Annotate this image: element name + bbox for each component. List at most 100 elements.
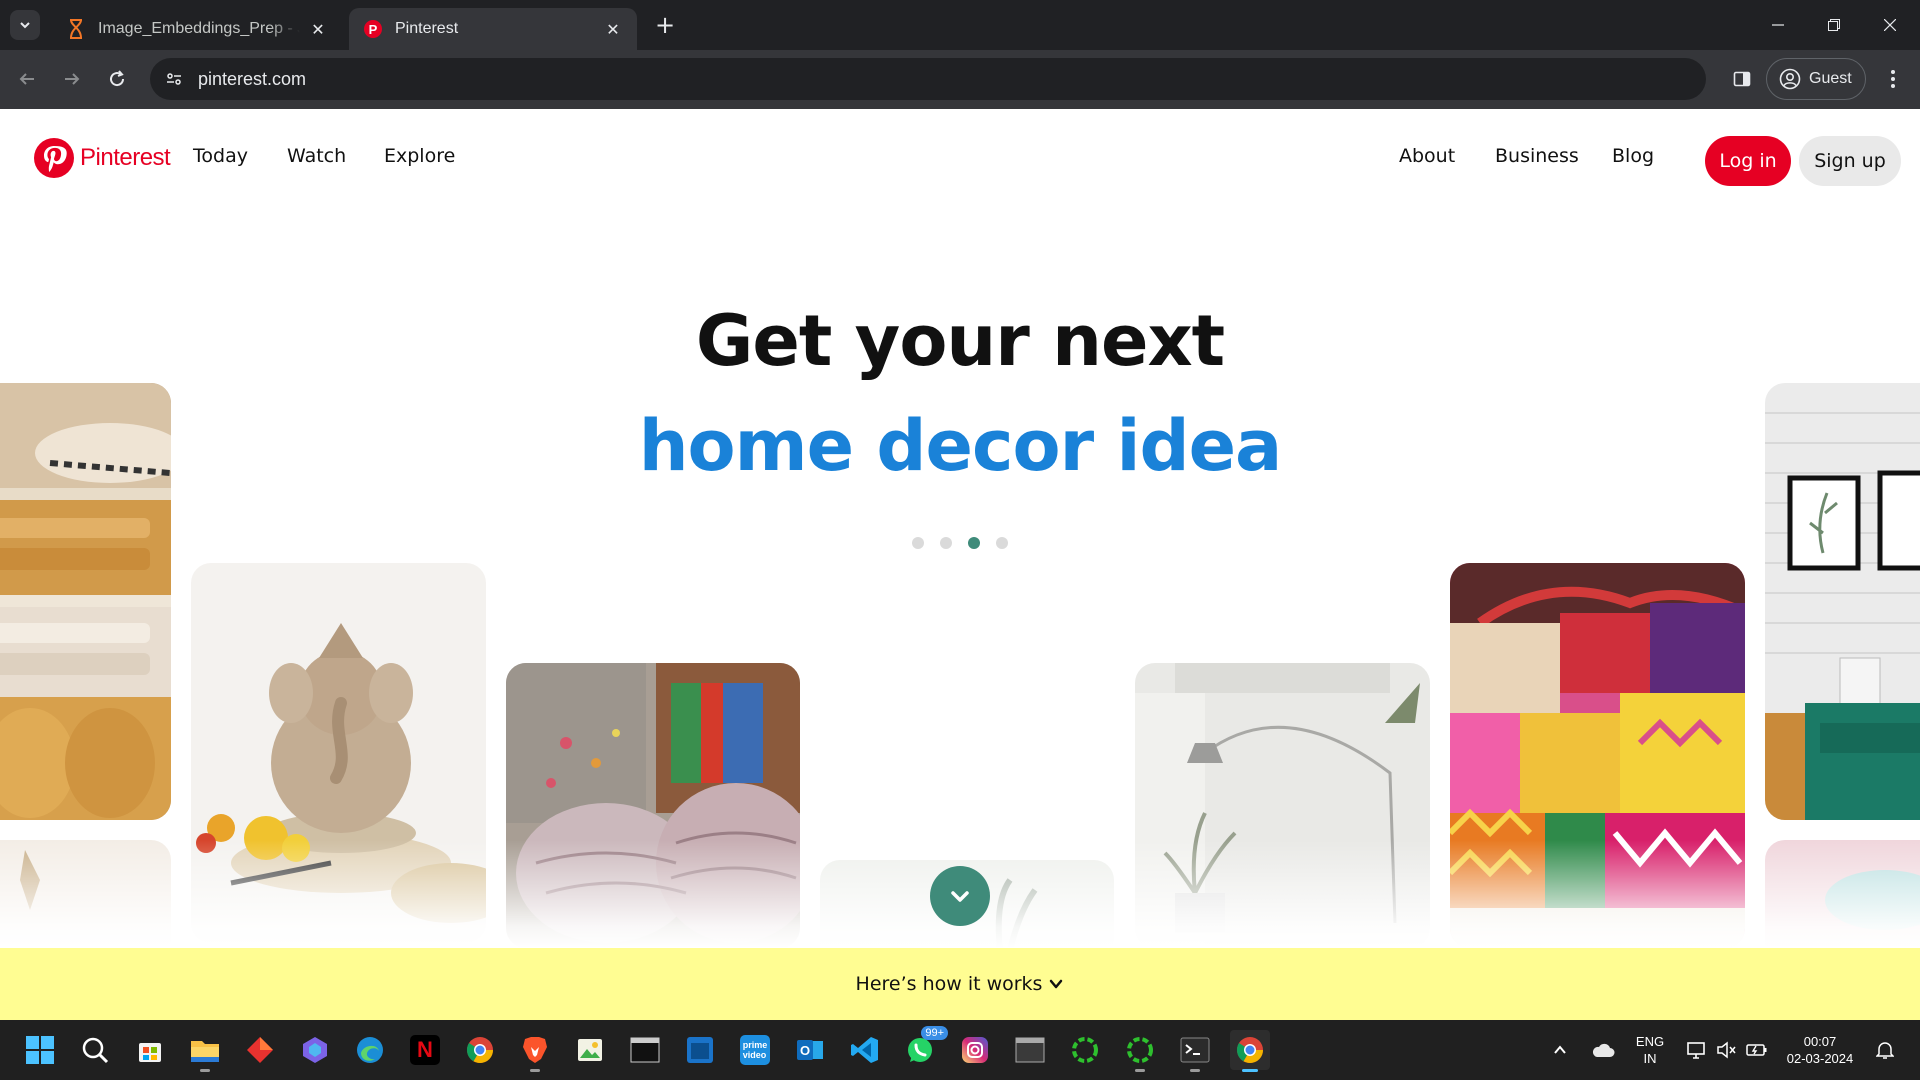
browser-tab-bar: Image_Embeddings_Prep - Jupyter Notebook… — [0, 0, 1920, 50]
notifications-button[interactable] — [1870, 1020, 1900, 1080]
restore-button[interactable] — [1806, 0, 1862, 50]
taskbar-edge[interactable] — [350, 1030, 390, 1070]
taskbar-terminal[interactable] — [1175, 1030, 1215, 1072]
battery-charging-icon — [1746, 1044, 1767, 1056]
network-tray[interactable] — [1682, 1020, 1712, 1080]
nav-blog-link[interactable]: Blog — [1612, 145, 1654, 167]
netflix-icon: N — [410, 1035, 440, 1065]
pin-image-knit[interactable] — [1765, 840, 1920, 960]
pinterest-icon: P — [363, 19, 383, 39]
carousel-dot[interactable] — [912, 537, 924, 549]
back-button[interactable] — [10, 62, 44, 96]
taskbar-brave[interactable] — [515, 1030, 555, 1072]
scroll-down-button[interactable] — [930, 866, 990, 926]
profile-label: Guest — [1809, 70, 1852, 87]
network-icon — [1687, 1042, 1705, 1059]
running-indicator — [1190, 1069, 1200, 1072]
site-info-icon[interactable] — [160, 65, 188, 93]
patchwork-image — [1450, 563, 1745, 948]
carousel-dots — [912, 537, 1008, 549]
carousel-dot-active[interactable] — [968, 537, 980, 549]
side-panel-button[interactable] — [1725, 62, 1759, 96]
taskbar-store[interactable] — [130, 1030, 170, 1070]
svg-text:P: P — [369, 22, 378, 37]
carousel-dot[interactable] — [940, 537, 952, 549]
nav-about-link[interactable]: About — [1399, 145, 1455, 167]
photos-icon — [578, 1039, 602, 1061]
pin-image-ganesha[interactable] — [191, 563, 486, 943]
taskbar-console[interactable] — [625, 1030, 665, 1070]
taskbar-window-app[interactable] — [1010, 1030, 1050, 1070]
clock-date: 02-03-2024 — [1786, 1051, 1854, 1066]
taskbar-spinner-app-1[interactable] — [1065, 1030, 1105, 1070]
chrome-icon — [466, 1037, 494, 1064]
user-circle-icon — [1779, 68, 1801, 90]
onedrive-tray[interactable] — [1585, 1020, 1621, 1080]
nav-explore-link[interactable]: Explore — [384, 145, 455, 167]
pin-image-pillows[interactable] — [506, 663, 800, 948]
login-button[interactable]: Log in — [1705, 136, 1791, 186]
tray-overflow-button[interactable] — [1545, 1020, 1575, 1080]
notification-badge: 99+ — [921, 1026, 948, 1040]
taskbar-search[interactable] — [75, 1030, 115, 1070]
brave-icon — [523, 1037, 547, 1063]
taskbar-app-blue[interactable] — [680, 1030, 720, 1070]
taskbar-whatsapp[interactable]: 99+ — [900, 1026, 948, 1070]
clock[interactable]: 00:07 02-03-2024 — [1775, 1020, 1865, 1080]
nav-today-link[interactable]: Today — [193, 145, 248, 167]
pin-image-brick-wall[interactable] — [1765, 383, 1920, 820]
windows-logo-icon — [26, 1036, 54, 1064]
diamond-app-icon — [247, 1037, 273, 1063]
language-indicator[interactable]: ENG IN — [1628, 1020, 1672, 1080]
hourglass-icon — [66, 19, 86, 39]
minimize-button[interactable] — [1750, 0, 1806, 50]
tab-jupyter[interactable]: Image_Embeddings_Prep - Jupyter Notebook… — [52, 8, 342, 50]
taskbar-prime-video[interactable]: prime video — [735, 1030, 775, 1070]
nav-watch-link[interactable]: Watch — [287, 145, 346, 167]
taskbar-app-red[interactable] — [240, 1030, 280, 1070]
chevron-down-icon — [951, 891, 969, 902]
taskbar-chrome-active[interactable] — [1230, 1030, 1270, 1072]
carousel-dot[interactable] — [996, 537, 1008, 549]
brick-wall-image — [1765, 383, 1920, 820]
taskbar-file-explorer[interactable] — [185, 1030, 225, 1072]
taskbar-spinner-app-2[interactable] — [1120, 1030, 1160, 1072]
taskbar-chrome[interactable] — [460, 1030, 500, 1070]
forward-button[interactable] — [55, 62, 89, 96]
cloud-icon — [1592, 1043, 1615, 1057]
url-text[interactable]: pinterest.com — [198, 69, 306, 90]
profile-button[interactable]: Guest — [1766, 58, 1866, 100]
browser-menu-button[interactable] — [1878, 62, 1908, 96]
browser-toolbar: pinterest.com Guest — [0, 50, 1920, 109]
pin-image-patchwork[interactable] — [1450, 563, 1745, 948]
start-button[interactable] — [20, 1030, 60, 1070]
close-icon[interactable]: ✕ — [308, 19, 328, 39]
volume-tray[interactable] — [1712, 1020, 1740, 1080]
how-it-works-banner[interactable]: Here’s how it works — [0, 948, 1920, 1020]
taskbar-vscode[interactable] — [845, 1030, 885, 1070]
new-tab-button[interactable]: + — [650, 10, 680, 40]
tab-search-button[interactable] — [10, 10, 40, 40]
taskbar-instagram[interactable] — [955, 1030, 995, 1070]
pin-image-shelves[interactable] — [0, 383, 171, 820]
taskbar-photos[interactable] — [570, 1030, 610, 1070]
speaker-muted-icon — [1717, 1041, 1736, 1059]
reload-button[interactable] — [100, 62, 134, 96]
battery-tray[interactable] — [1742, 1020, 1772, 1080]
signup-button[interactable]: Sign up — [1799, 136, 1901, 186]
how-it-works-label[interactable]: Here’s how it works — [856, 973, 1043, 995]
pin-image-lamp-room[interactable] — [1135, 663, 1430, 948]
address-bar[interactable]: pinterest.com — [150, 58, 1706, 100]
tab-pinterest[interactable]: P Pinterest ✕ — [349, 8, 637, 50]
close-icon[interactable]: ✕ — [603, 19, 623, 39]
prime-video-icon: prime video — [740, 1035, 770, 1065]
nav-business-link[interactable]: Business — [1495, 145, 1579, 167]
running-indicator — [1135, 1069, 1145, 1072]
taskbar-copilot[interactable] — [295, 1030, 335, 1070]
pinterest-logo[interactable]: Pinterest — [34, 137, 171, 179]
chevron-down-icon — [1048, 976, 1064, 992]
taskbar-outlook[interactable]: O — [790, 1030, 830, 1070]
close-window-button[interactable] — [1862, 0, 1918, 50]
pin-image-vase[interactable] — [0, 840, 171, 960]
taskbar-netflix[interactable]: N — [405, 1030, 445, 1070]
